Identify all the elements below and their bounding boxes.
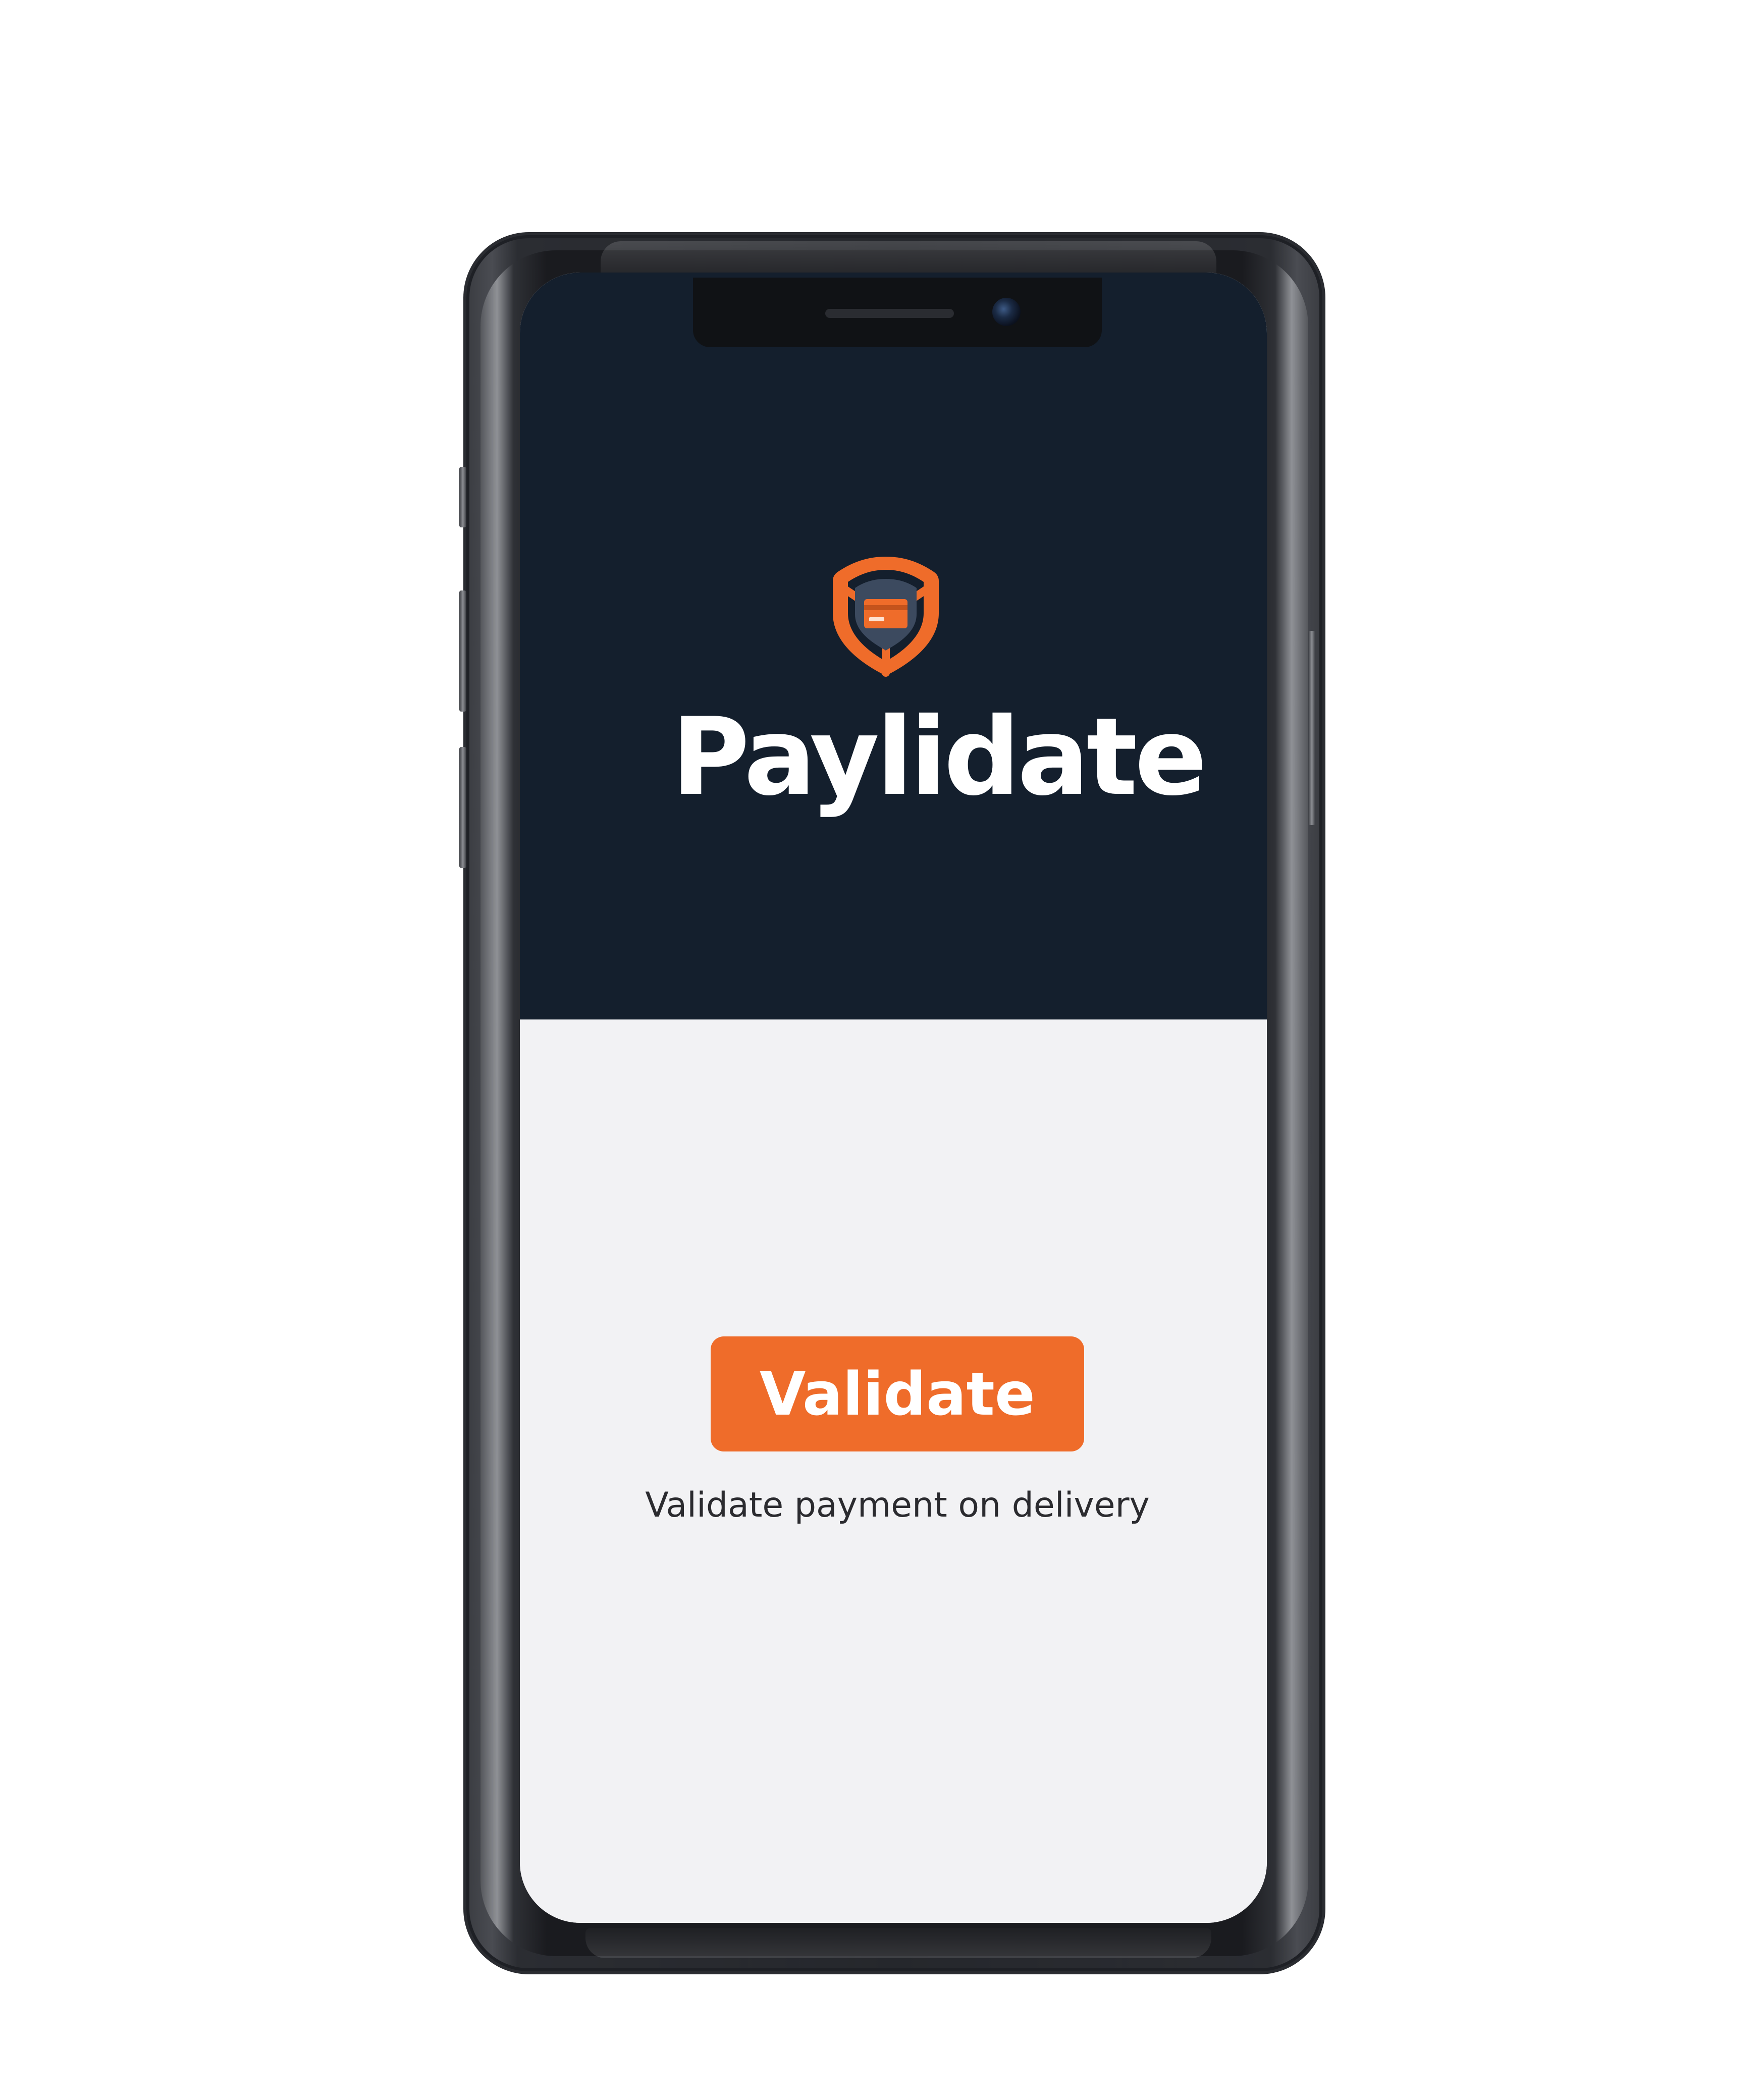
mute-switch	[459, 467, 466, 527]
app-title: Paylidate	[671, 694, 1207, 819]
power-button	[1308, 631, 1315, 825]
shield-card-icon	[828, 553, 944, 679]
front-camera-icon	[992, 298, 1021, 326]
phone-bottom-highlight	[585, 1928, 1211, 1958]
volume-up-button	[459, 590, 466, 712]
tagline-text: Validate payment on delivery	[645, 1485, 1150, 1525]
validate-button[interactable]: Validate	[711, 1336, 1084, 1451]
volume-down-button	[459, 747, 466, 868]
earpiece-speaker	[825, 309, 954, 318]
content-panel	[520, 1019, 1267, 1923]
app-screen	[520, 273, 1267, 1923]
